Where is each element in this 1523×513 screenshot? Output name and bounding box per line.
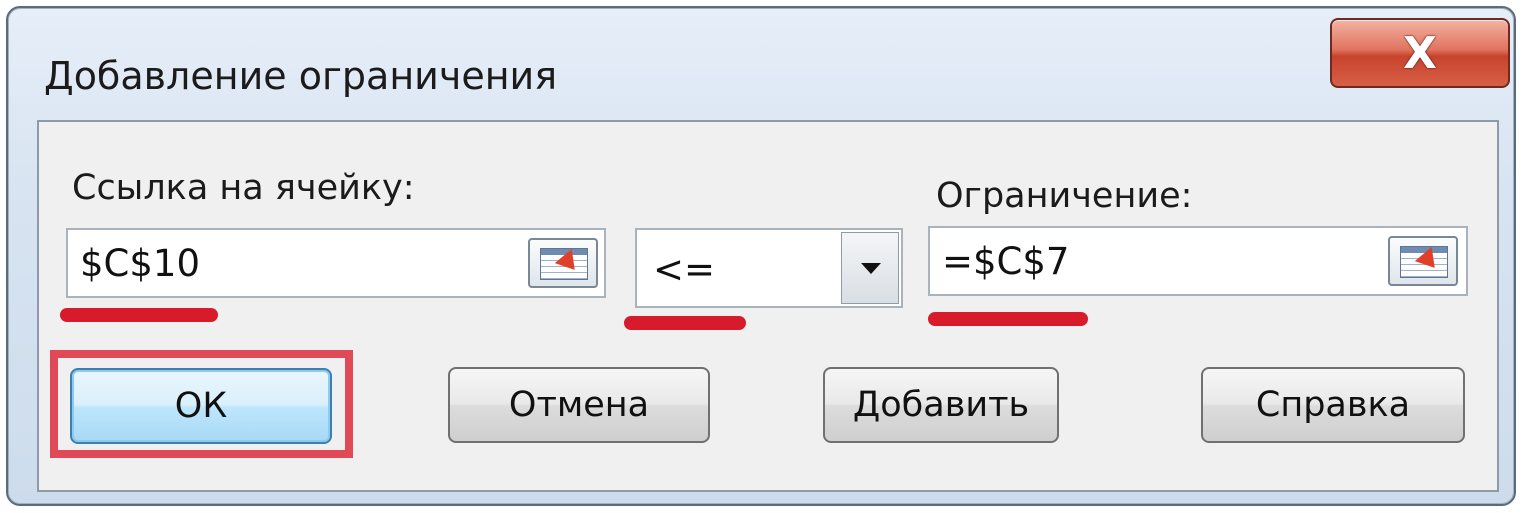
cell-ref-collapse-button[interactable]: [528, 238, 598, 288]
operator-annotation-underline: [624, 316, 746, 330]
cell-ref-label: Ссылка на ячейку:: [72, 168, 415, 208]
constraint-annotation-underline: [928, 312, 1088, 326]
operator-value: <=: [653, 248, 716, 291]
chevron-down-icon: [861, 263, 881, 274]
close-button[interactable]: X: [1330, 18, 1510, 88]
help-button[interactable]: Справка: [1201, 367, 1465, 443]
cancel-button[interactable]: Отмена: [448, 367, 710, 443]
cell-ref-value: $C$10: [80, 242, 200, 285]
constraint-value: =$C$7: [942, 240, 1070, 283]
dialog-title: Добавление ограничения: [44, 54, 558, 98]
constraint-input[interactable]: =$C$7: [928, 226, 1468, 296]
operator-dropdown-button[interactable]: [841, 232, 899, 304]
close-icon: X: [1403, 28, 1437, 79]
cell-ref-annotation-underline: [60, 308, 218, 322]
cell-ref-input[interactable]: $C$10: [66, 228, 606, 298]
operator-select[interactable]: <=: [635, 228, 903, 308]
ok-button[interactable]: ОК: [70, 368, 332, 444]
add-button[interactable]: Добавить: [823, 367, 1059, 443]
constraint-label: Ограничение:: [936, 176, 1193, 216]
constraint-collapse-button[interactable]: [1388, 236, 1458, 286]
